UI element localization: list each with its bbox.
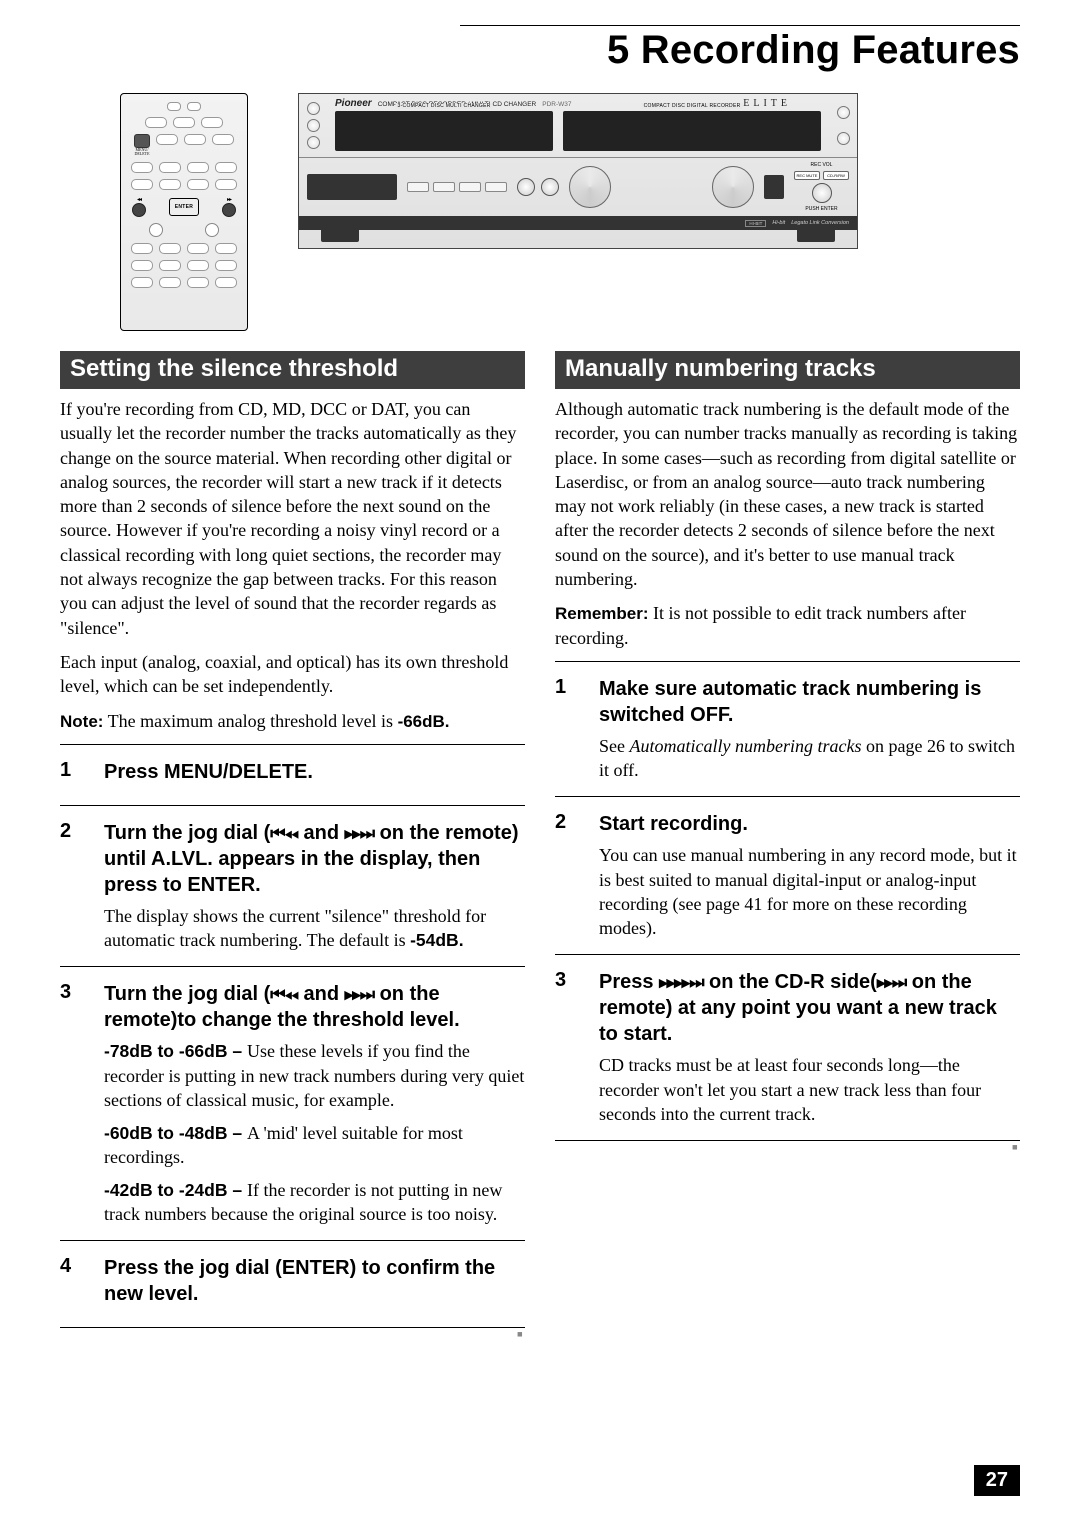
right-section-header: Manually numbering tracks <box>555 351 1020 389</box>
menu-delete-button <box>134 134 150 148</box>
jog-next-button <box>222 203 236 217</box>
elite-label: ELITE <box>743 98 791 109</box>
rec-mute-button: REC MUTE <box>794 171 820 180</box>
left-display-label: 3-COMPACT DISC MULTI CHANGER <box>396 103 493 109</box>
right-column: Manually numbering tracks Although autom… <box>555 351 1020 1345</box>
left-para-1: If you're recording from CD, MD, DCC or … <box>60 397 525 640</box>
left-section-header: Setting the silence threshold <box>60 351 525 389</box>
left-note: Note: The maximum analog threshold level… <box>60 709 525 734</box>
skip-fwd-icon: ▸▸⏭ <box>345 824 374 843</box>
right-step-1: 1 Make sure automatic track numbering is… <box>555 661 1020 797</box>
right-step-2: 2 Start recording. You can use manual nu… <box>555 796 1020 954</box>
skip-fwd-icon: ▸▸⏭ <box>345 985 374 1004</box>
strip-legato: Legato Link Conversion <box>791 220 849 226</box>
device-model: PDR-W37 <box>542 101 571 108</box>
page-number: 27 <box>974 1465 1020 1496</box>
chapter-title-text: Recording Features <box>641 28 1020 72</box>
strip-hibit: Hi-bit <box>772 220 785 226</box>
push-enter-label: PUSH ENTER <box>805 206 837 212</box>
right-para-1: Although automatic track numbering is th… <box>555 397 1020 591</box>
left-step-1: 1 Press MENU/DELETE. <box>60 744 525 805</box>
chapter-heading: 5 Recording Features <box>460 25 1020 73</box>
cdr-dial <box>712 166 754 208</box>
enter-button: ENTER <box>169 198 199 216</box>
section-end-mark: ▪ <box>555 1137 1020 1158</box>
left-column: Setting the silence threshold If you're … <box>60 351 525 1345</box>
rec-vol-knob <box>812 183 832 203</box>
brand-logo: Pioneer <box>335 98 372 109</box>
disc-tray <box>307 174 397 200</box>
remote-diagram: MENU/ DELETE ◂◂ ENTER ▸▸ <box>120 93 248 331</box>
right-remember: Remember: It is not possible to edit tra… <box>555 601 1020 650</box>
jog-prev-button <box>132 203 146 217</box>
left-step-2: 2 Turn the jog dial (⏮◂◂ and ▸▸⏭ on the … <box>60 805 525 967</box>
skip-back-icon: ⏮◂◂ <box>270 824 298 843</box>
skip-back-icon: ⏮◂◂ <box>270 985 298 1004</box>
illustration-row: MENU/ DELETE ◂◂ ENTER ▸▸ <box>60 93 1020 331</box>
prev-icon: ◂◂ <box>132 196 146 203</box>
right-step-3: 3 Press ▸▸▸▸⏭ on the CD-R side(▸▸⏭ on th… <box>555 954 1020 1140</box>
device-diagram: Pioneer COMPACT DISC RECORDER / MULTI-CD… <box>298 93 858 249</box>
right-display-label: COMPACT DISC DIGITAL RECORDER <box>642 103 743 109</box>
next-icon: ▸▸ <box>222 196 236 203</box>
skip-fwd-icon: ▸▸⏭ <box>877 973 906 992</box>
jog-dial <box>569 166 611 208</box>
section-end-mark: ▪ <box>60 1324 525 1345</box>
left-step-3: 3 Turn the jog dial (⏮◂◂ and ▸▸⏭ on the … <box>60 966 525 1240</box>
cd-slot <box>764 175 784 199</box>
cdr-rw-button: CD-R/RW <box>823 171 849 180</box>
chapter-number: 5 <box>607 28 629 72</box>
left-step-4: 4 Press the jog dial (ENTER) to confirm … <box>60 1240 525 1327</box>
left-para-2: Each input (analog, coaxial, and optical… <box>60 650 525 699</box>
rec-vol-label: REC VOL <box>811 162 833 168</box>
fast-fwd-icon: ▸▸▸▸⏭ <box>659 973 703 992</box>
